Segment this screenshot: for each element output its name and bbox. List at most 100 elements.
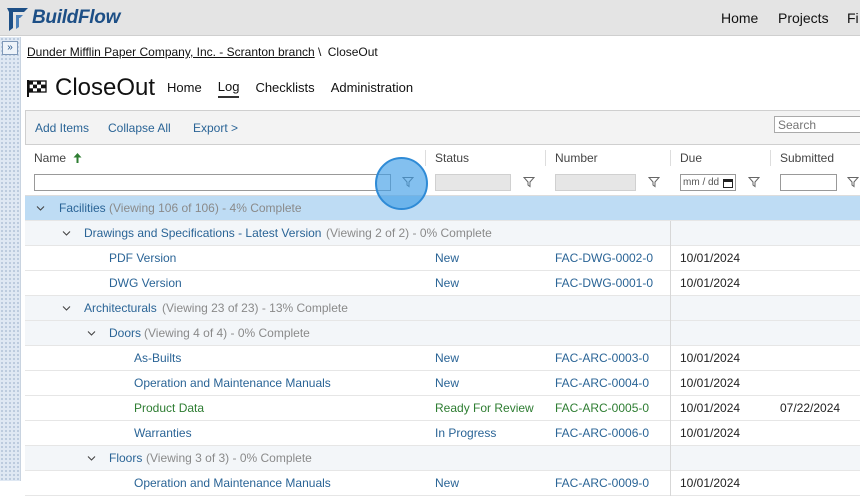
brand-name: BuildFlow [32,7,121,28]
item-status: New [435,351,460,365]
column-header-name[interactable]: Name [34,146,82,170]
tab-administration[interactable]: Administration [331,80,413,97]
column-header-number[interactable]: Number [555,146,598,170]
column-divider [670,421,671,446]
group-label: Doors [109,326,142,340]
nav-home[interactable]: Home [721,0,758,36]
export-button[interactable]: Export > [193,121,238,135]
tab-checklists[interactable]: Checklists [255,80,314,97]
item-number: FAC-ARC-0005-0 [555,401,650,415]
group-progress: (Viewing 4 of 4) - 0% Complete [144,326,310,340]
column-header-due[interactable]: Due [680,146,702,170]
item-name[interactable]: Operation and Maintenance Manuals [134,471,331,495]
table-row[interactable]: DWG Version New FAC-DWG-0001-0 10/01/202… [25,271,860,296]
item-number: FAC-ARC-0006-0 [555,426,650,440]
item-due: 10/01/2024 [680,351,741,365]
page-header: CloseOut Home Log Checklists Administrat… [26,72,429,104]
column-divider [670,446,671,471]
table-row[interactable]: Warranties In Progress FAC-ARC-0006-0 10… [25,421,860,446]
item-name[interactable]: DWG Version [109,271,182,295]
item-due: 10/01/2024 [680,426,741,440]
chevron-down-icon[interactable] [87,454,96,463]
item-number: FAC-DWG-0002-0 [555,251,654,265]
collapse-all-button[interactable]: Collapse All [108,121,171,135]
chevron-down-icon[interactable] [62,304,71,313]
status-filter-icon[interactable] [523,176,535,188]
tab-home[interactable]: Home [167,80,202,97]
column-divider [545,150,546,166]
group-row-floors[interactable]: Floors (Viewing 3 of 3) - 0% Complete [25,446,860,471]
due-filter-icon[interactable] [748,176,760,188]
item-number: FAC-DWG-0001-0 [555,276,654,290]
submitted-filter-icon[interactable] [847,176,859,188]
item-name[interactable]: PDF Version [109,246,176,270]
item-due: 10/01/2024 [680,476,741,490]
item-name[interactable]: As-Builts [134,346,181,370]
item-submitted: 07/22/2024 [780,401,841,415]
column-divider [670,346,671,371]
group-row-architecturals[interactable]: Architecturals (Viewing 23 of 23) - 13% … [25,296,860,321]
name-filter-input[interactable] [34,174,391,191]
group-row-facilities[interactable]: Facilities (Viewing 106 of 106) - 4% Com… [25,196,860,221]
expand-panel-icon[interactable]: » [2,41,18,55]
group-progress: (Viewing 3 of 3) - 0% Complete [146,451,312,465]
chevron-down-icon[interactable] [62,229,71,238]
nav-files[interactable]: Fi [847,0,859,36]
breadcrumb-current: CloseOut [327,45,378,59]
click-highlight [375,157,428,210]
search-input[interactable] [774,116,860,133]
column-divider [670,221,671,246]
table-row[interactable]: PDF Version New FAC-DWG-0002-0 10/01/202… [25,246,860,271]
checkered-flag-icon [27,80,47,97]
sort-ascending-icon [73,153,82,163]
table-row[interactable]: Product Data Ready For Review FAC-ARC-00… [25,396,860,421]
buildflow-logo-icon [7,8,28,31]
due-date-filter-input[interactable]: mm / dd [680,174,736,191]
column-header-submitted[interactable]: Submitted [780,146,834,170]
column-header-name-label: Name [34,151,67,165]
group-label: Floors [109,451,143,465]
breadcrumb-separator: \ [318,45,322,59]
group-label: Drawings and Specifications - Latest Ver… [84,226,322,240]
nav-projects[interactable]: Projects [778,0,829,36]
breadcrumb-company-link[interactable]: Dunder Mifflin Paper Company, Inc. - Scr… [27,45,315,59]
group-row-doors[interactable]: Doors (Viewing 4 of 4) - 0% Complete [25,321,860,346]
item-due: 10/01/2024 [680,276,741,290]
column-divider [670,321,671,346]
item-number: FAC-ARC-0009-0 [555,476,650,490]
chevron-down-icon[interactable] [36,204,45,213]
column-divider [670,150,671,166]
chevron-down-icon[interactable] [87,329,96,338]
item-status: New [435,276,460,290]
column-divider [670,296,671,321]
calendar-icon[interactable] [723,178,733,188]
number-filter-input[interactable] [555,174,636,191]
item-number: FAC-ARC-0003-0 [555,351,650,365]
due-date-placeholder: mm / dd [683,177,720,188]
status-filter-input[interactable] [435,174,511,191]
brand-logo[interactable]: BuildFlow [4,4,120,32]
column-header-status[interactable]: Status [435,146,469,170]
table-row[interactable]: Operation and Maintenance Manuals New FA… [25,471,860,496]
item-number: FAC-ARC-0004-0 [555,376,650,390]
item-name[interactable]: Operation and Maintenance Manuals [134,371,331,395]
grid-toolbar: Add Items Collapse All Export > [25,110,860,145]
tab-log[interactable]: Log [217,79,240,98]
column-divider [670,396,671,421]
group-progress: (Viewing 23 of 23) - 13% Complete [162,301,348,315]
item-name[interactable]: Product Data [134,396,204,420]
column-divider [670,471,671,496]
left-rail: » [0,37,21,481]
table-row[interactable]: As-Builts New FAC-ARC-0003-0 10/01/2024 [25,346,860,371]
submitted-filter-input[interactable] [780,174,837,191]
top-bar: BuildFlow Home Projects Fi [0,0,860,36]
number-filter-icon[interactable] [648,176,660,188]
column-divider [670,246,671,271]
add-items-button[interactable]: Add Items [35,121,89,135]
group-label: Architecturals [84,301,157,315]
group-row-drawings[interactable]: Drawings and Specifications - Latest Ver… [25,221,860,246]
page-title: CloseOut [55,74,156,101]
table-row[interactable]: Operation and Maintenance Manuals New FA… [25,371,860,396]
item-name[interactable]: Warranties [134,421,192,445]
item-due: 10/01/2024 [680,376,741,390]
